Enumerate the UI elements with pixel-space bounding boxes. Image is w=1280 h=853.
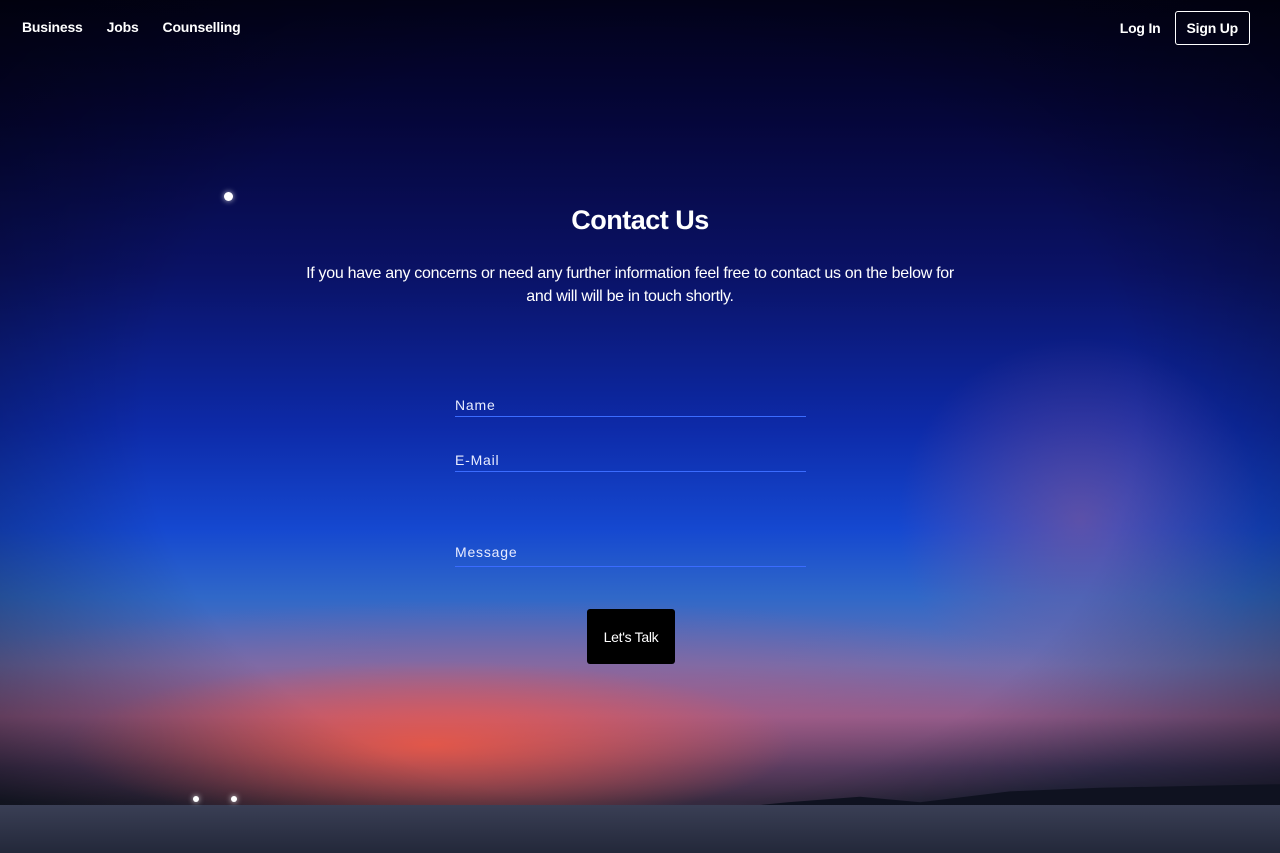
nav-link-business[interactable]: Business [22,19,83,35]
nav-link-jobs[interactable]: Jobs [107,19,139,35]
signup-button[interactable]: Sign Up [1174,11,1250,45]
message-field-wrapper [455,544,806,567]
email-input[interactable] [455,452,806,468]
shore-light [231,796,237,802]
primary-nav: Business Jobs Counselling [22,19,241,35]
background-sea [0,805,1280,853]
contact-description: If you have any concerns or need any fur… [306,265,954,305]
background-vignette [0,0,1280,853]
page-title: Contact Us [571,205,709,235]
name-field-wrapper [455,397,806,417]
email-field-wrapper [455,452,806,472]
shore-light [193,796,199,802]
lets-talk-button[interactable]: Let's Talk [587,609,675,664]
name-input[interactable] [455,397,806,413]
moon-icon [224,192,233,201]
login-link[interactable]: Log In [1120,20,1161,36]
nav-link-counselling[interactable]: Counselling [163,19,241,35]
message-input[interactable] [455,544,806,560]
auth-nav: Log In Sign Up [1120,11,1250,45]
